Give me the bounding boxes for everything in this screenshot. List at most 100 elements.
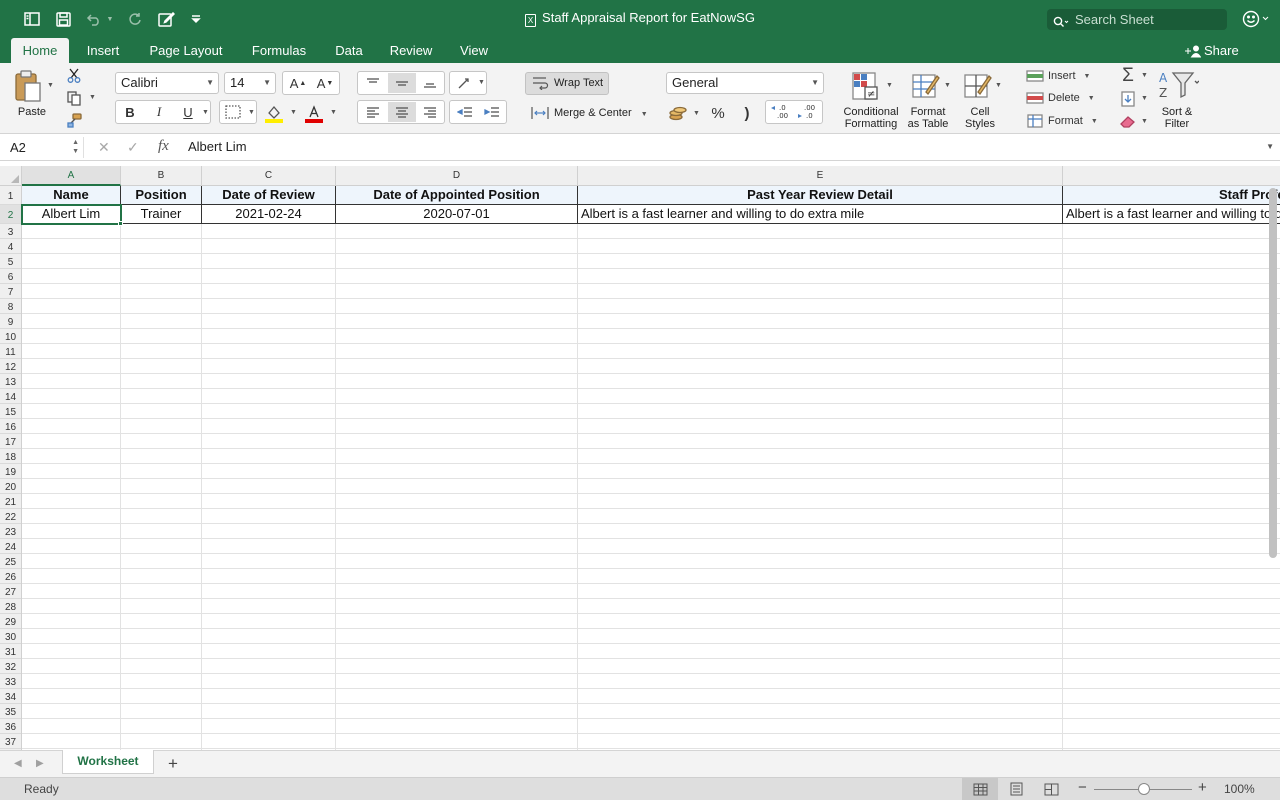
decrease-indent-icon[interactable] <box>452 102 478 122</box>
column-header-d[interactable]: D <box>336 166 578 186</box>
row-header-22[interactable]: 22 <box>0 509 21 524</box>
cut-icon[interactable] <box>66 67 82 83</box>
align-left-icon[interactable] <box>360 102 386 122</box>
sort-filter-label[interactable]: Sort & Filter <box>1154 106 1200 130</box>
row-header-29[interactable]: 29 <box>0 614 21 629</box>
row-header-1[interactable]: 1 <box>0 186 21 205</box>
align-center-icon[interactable] <box>388 102 416 122</box>
row-header-30[interactable]: 30 <box>0 629 21 644</box>
increase-indent-icon[interactable] <box>479 102 505 122</box>
chevron-down-icon[interactable]: ▼ <box>944 82 951 89</box>
header-cell-staff-profile[interactable]: Staff Profe <box>1063 186 1280 205</box>
row-header-5[interactable]: 5 <box>0 254 21 269</box>
tab-insert[interactable]: Insert <box>78 38 128 63</box>
normal-view-icon[interactable] <box>962 778 998 800</box>
data-cell-staff-profile[interactable]: Albert is a fast learner and willing to … <box>1063 205 1280 224</box>
row-header-33[interactable]: 33 <box>0 674 21 689</box>
copy-dropdown-icon[interactable]: ▼ <box>89 94 96 101</box>
data-cell-date-appointed[interactable]: 2020-07-01 <box>336 205 578 224</box>
cell-area[interactable]: Name Position Date of Review Date of App… <box>21 186 1280 750</box>
formula-input[interactable]: Albert Lim <box>188 139 247 154</box>
name-box[interactable]: A2 ▲ ▼ <box>4 137 84 158</box>
zoom-out-button[interactable]: − <box>1078 779 1087 796</box>
borders-button[interactable]: ▼ <box>219 100 257 124</box>
tab-data[interactable]: Data <box>328 38 370 63</box>
row-header-32[interactable]: 32 <box>0 659 21 674</box>
row-header-9[interactable]: 9 <box>0 314 21 329</box>
data-cell-past-year-review[interactable]: Albert is a fast learner and willing to … <box>578 205 1063 224</box>
format-cells-icon[interactable] <box>1025 113 1045 129</box>
fill-color-icon[interactable] <box>262 103 286 125</box>
decrease-decimal-icon[interactable]: .00.0 <box>795 102 821 122</box>
row-header-2[interactable]: 2 <box>0 205 21 224</box>
row-header-20[interactable]: 20 <box>0 479 21 494</box>
add-sheet-button[interactable]: + <box>168 754 178 774</box>
feedback-smiley-icon[interactable] <box>1242 9 1272 32</box>
header-cell-date-of-review[interactable]: Date of Review <box>202 186 336 205</box>
align-right-icon[interactable] <box>417 102 443 122</box>
clear-eraser-icon[interactable] <box>1118 112 1138 130</box>
autosum-icon[interactable]: Σ <box>1118 65 1138 86</box>
accounting-dropdown-icon[interactable]: ▼ <box>693 110 700 117</box>
header-cell-position[interactable]: Position <box>121 186 202 205</box>
conditional-formatting-label[interactable]: Conditional Formatting <box>838 106 904 130</box>
format-button[interactable]: Format ▼ <box>1048 113 1098 129</box>
row-header-12[interactable]: 12 <box>0 359 21 374</box>
conditional-formatting-icon[interactable]: ≠ <box>848 68 882 104</box>
increase-decimal-icon[interactable]: .0.00 <box>768 102 794 122</box>
expand-formula-bar-icon[interactable]: ▼ <box>1266 142 1274 151</box>
delete-cells-icon[interactable] <box>1025 90 1045 106</box>
header-cell-past-year-review[interactable]: Past Year Review Detail <box>578 186 1063 205</box>
row-header-36[interactable]: 36 <box>0 719 21 734</box>
row-header-10[interactable]: 10 <box>0 329 21 344</box>
wrap-text-button[interactable]: Wrap Text <box>525 72 609 95</box>
row-header-21[interactable]: 21 <box>0 494 21 509</box>
autosum-dropdown-icon[interactable]: ▼ <box>1141 72 1148 79</box>
zoom-slider-thumb[interactable] <box>1138 783 1150 795</box>
data-cell-name[interactable]: Albert Lim <box>22 205 121 224</box>
previous-sheet-icon[interactable]: ◀ <box>14 758 22 769</box>
accounting-format-icon[interactable] <box>666 103 690 123</box>
italic-button[interactable]: I <box>149 103 169 121</box>
row-header-17[interactable]: 17 <box>0 434 21 449</box>
row-header-14[interactable]: 14 <box>0 389 21 404</box>
column-header-a[interactable]: A <box>22 166 121 186</box>
bold-button[interactable]: B <box>120 103 140 121</box>
row-header-28[interactable]: 28 <box>0 599 21 614</box>
confirm-entry-icon[interactable]: ✓ <box>127 139 139 156</box>
row-header-27[interactable]: 27 <box>0 584 21 599</box>
row-header-11[interactable]: 11 <box>0 344 21 359</box>
paste-dropdown-icon[interactable]: ▼ <box>47 82 54 89</box>
header-cell-name[interactable]: Name <box>22 186 121 205</box>
grow-font-button[interactable]: A ▲ <box>286 74 310 92</box>
select-all-corner[interactable] <box>0 166 22 186</box>
fill-dropdown-icon[interactable]: ▼ <box>1141 95 1148 102</box>
data-cell-date-of-review[interactable]: 2021-02-24 <box>202 205 336 224</box>
font-color-dropdown-icon[interactable]: ▼ <box>330 109 337 116</box>
comma-style-button[interactable]: ) <box>736 103 758 123</box>
row-header-18[interactable]: 18 <box>0 449 21 464</box>
column-header-f[interactable] <box>1063 166 1280 186</box>
clear-dropdown-icon[interactable]: ▼ <box>1141 118 1148 125</box>
cancel-entry-icon[interactable]: ✕ <box>98 139 110 156</box>
zoom-level[interactable]: 100% <box>1224 782 1255 796</box>
data-cell-position[interactable]: Trainer <box>121 205 202 224</box>
format-as-table-label[interactable]: Format as Table <box>902 106 954 130</box>
row-header-15[interactable]: 15 <box>0 404 21 419</box>
align-top-icon[interactable] <box>360 73 386 93</box>
row-header-34[interactable]: 34 <box>0 689 21 704</box>
column-header-e[interactable]: E <box>578 166 1063 186</box>
paste-icon[interactable] <box>12 68 44 104</box>
sheet-tab-worksheet[interactable]: Worksheet <box>62 750 154 774</box>
insert-button[interactable]: Insert ▼ <box>1048 68 1090 84</box>
row-header-8[interactable]: 8 <box>0 299 21 314</box>
chevron-down-icon[interactable]: ▼ <box>995 82 1002 89</box>
row-header-25[interactable]: 25 <box>0 554 21 569</box>
header-cell-date-appointed[interactable]: Date of Appointed Position <box>336 186 578 205</box>
row-header-26[interactable]: 26 <box>0 569 21 584</box>
percent-style-button[interactable]: % <box>706 103 730 123</box>
format-as-table-icon[interactable] <box>908 68 942 104</box>
tab-page-layout[interactable]: Page Layout <box>142 38 230 63</box>
shrink-font-button[interactable]: A ▼ <box>313 74 337 92</box>
insert-function-icon[interactable]: fx <box>158 138 169 155</box>
